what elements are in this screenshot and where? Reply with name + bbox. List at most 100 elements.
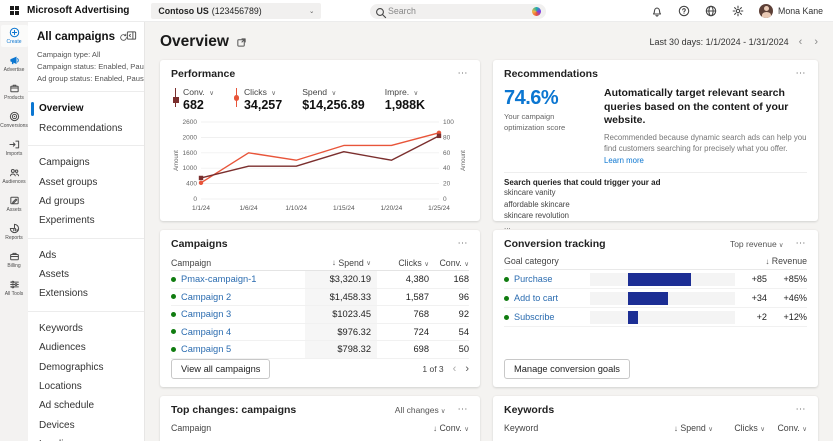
svg-text:1/25/24: 1/25/24: [428, 205, 450, 212]
more-options-icon[interactable]: ⋯: [796, 405, 808, 415]
sidebar-item-ad-schedule[interactable]: Ad schedule: [28, 396, 144, 415]
notifications-icon[interactable]: [651, 5, 663, 17]
rail-item-imports[interactable]: Imports: [1, 137, 28, 159]
manage-conversion-goals-button[interactable]: Manage conversion goals: [504, 359, 630, 379]
search-box[interactable]: [370, 3, 546, 19]
metric-conv[interactable]: Conv. ∨ 682: [173, 87, 214, 112]
sidebar-item-locations[interactable]: Locations: [28, 377, 144, 396]
sidebar-item-demographics[interactable]: Demographics: [28, 357, 144, 376]
audiences-icon: [9, 167, 20, 178]
date-range[interactable]: Last 30 days: 1/1/2024 - 1/31/2024: [650, 37, 789, 47]
column-spend[interactable]: ↓ Spend ∨: [305, 255, 377, 270]
clicks-cell: 768: [413, 309, 429, 320]
campaign-link[interactable]: Campaign 2: [181, 292, 231, 302]
next-page-icon[interactable]: ›: [465, 364, 469, 375]
campaigns-title: Campaigns: [171, 238, 228, 250]
recommendation-headline: Automatically target relevant search que…: [604, 87, 789, 127]
column-campaign[interactable]: Campaign: [171, 423, 211, 433]
sidebar-item-landing-pages[interactable]: Landing pages: [28, 435, 144, 441]
rail-item-billing[interactable]: Billing: [1, 249, 28, 271]
campaign-link[interactable]: Campaign 5: [181, 344, 231, 354]
sidebar-item-experiments[interactable]: Experiments: [28, 211, 144, 230]
account-selector[interactable]: Contoso US (123456789) ⌄: [151, 2, 322, 19]
column-clicks[interactable]: Clicks ∨: [713, 423, 765, 433]
sidebar-item-assets[interactable]: Assets: [28, 265, 144, 284]
column-keyword[interactable]: Keyword: [504, 423, 643, 433]
campaign-link[interactable]: Pmax-campaign-1: [181, 274, 256, 284]
search-input[interactable]: [388, 6, 528, 16]
collapse-panel-icon[interactable]: [126, 30, 137, 41]
svg-text:1000: 1000: [183, 165, 198, 172]
rail-item-conversions[interactable]: Conversions: [0, 109, 28, 131]
rail-item-all-tools[interactable]: All Tools: [1, 277, 28, 299]
spend-cell: $1023.45: [305, 306, 377, 323]
more-options-icon[interactable]: ⋯: [458, 405, 470, 415]
svg-text:2600: 2600: [183, 119, 198, 126]
top-changes-table-header: Campaign ↓ Conv. ∨: [171, 423, 469, 433]
revenue-filter-dropdown[interactable]: Top revenue ∨: [730, 239, 784, 249]
more-options-icon[interactable]: ⋯: [458, 69, 470, 79]
delta-cell: +2: [756, 312, 767, 322]
conversion-tracking-title: Conversion tracking: [504, 238, 606, 250]
sidebar-item-devices[interactable]: Devices: [28, 416, 144, 435]
campaigns-card: Campaigns ⋯ Campaign ↓ Spend ∨ Clicks ∨ …: [160, 230, 480, 387]
goal-link[interactable]: Purchase: [514, 274, 552, 284]
goal-link[interactable]: Subscribe: [514, 312, 554, 322]
user-menu[interactable]: Mona Kane: [759, 3, 823, 18]
optimization-score-caption: Your campaign optimization score: [504, 112, 566, 132]
date-next-icon[interactable]: ›: [814, 36, 818, 47]
rail-item-create[interactable]: Create: [0, 25, 28, 47]
more-options-icon[interactable]: ⋯: [458, 239, 470, 249]
column-revenue[interactable]: ↓ Revenue: [765, 256, 807, 266]
rail-item-reports[interactable]: Reports: [1, 221, 28, 243]
more-options-icon[interactable]: ⋯: [796, 69, 808, 79]
column-goal-category[interactable]: Goal category: [504, 256, 559, 266]
learn-more-link[interactable]: Learn more: [604, 156, 644, 165]
goal-cell: Purchase: [504, 274, 590, 284]
billing-icon: [9, 251, 20, 262]
all-changes-dropdown[interactable]: All changes ∨: [395, 405, 446, 415]
rail-item-products[interactable]: Products: [1, 81, 28, 103]
rail-item-advertise[interactable]: Advertise: [1, 53, 28, 75]
chevron-down-icon: ∨: [271, 90, 277, 97]
goal-link[interactable]: Add to cart: [514, 293, 558, 303]
view-all-campaigns-button[interactable]: View all campaigns: [171, 359, 271, 379]
feedback-icon[interactable]: [705, 5, 717, 17]
sidebar-item-recommendations[interactable]: Recommendations: [28, 119, 144, 138]
column-conv[interactable]: ↓ Conv. ∨: [433, 423, 469, 433]
column-clicks[interactable]: Clicks ∨: [377, 258, 429, 268]
sidebar-filter: Campaign status: Enabled, Paused: [37, 61, 145, 71]
sidebar-item-audiences[interactable]: Audiences: [28, 338, 144, 357]
sidebar-item-ads[interactable]: Ads: [28, 246, 144, 265]
rail-item-audiences[interactable]: Audiences: [1, 165, 28, 187]
sidebar-item-overview[interactable]: Overview: [28, 99, 144, 118]
sidebar-item-asset-groups[interactable]: Asset groups: [28, 172, 144, 191]
metric-impre[interactable]: Impre. ∨ 1,988K: [385, 87, 425, 112]
metric-clicks[interactable]: Clicks ∨ 34,257: [233, 87, 282, 112]
more-options-icon[interactable]: ⋯: [796, 239, 808, 249]
svg-text:Amount: Amount: [174, 150, 180, 171]
rail-item-assets[interactable]: Assets: [1, 193, 28, 215]
preview-icon[interactable]: [236, 37, 247, 48]
column-conv[interactable]: Conv. ∨: [765, 423, 807, 433]
revenue-bar-track: [590, 310, 735, 324]
prev-page-icon[interactable]: ‹: [453, 364, 457, 375]
column-conv[interactable]: Conv. ∨: [429, 258, 469, 268]
column-spend[interactable]: ↓ Spend ∨: [643, 423, 713, 433]
sidebar-item-keywords[interactable]: Keywords: [28, 319, 144, 338]
campaign-link[interactable]: Campaign 4: [181, 327, 231, 337]
copilot-icon[interactable]: [532, 6, 541, 16]
create-icon: [9, 27, 20, 38]
avatar: [759, 3, 773, 18]
keywords-card: Keywords ⋯ Keyword ↓ Spend ∨ Clicks ∨ Co…: [493, 396, 818, 441]
sidebar-item-extensions[interactable]: Extensions: [28, 284, 144, 303]
column-campaign[interactable]: Campaign: [171, 258, 305, 268]
settings-icon[interactable]: [732, 5, 744, 17]
metric-spend[interactable]: Spend ∨ $14,256.89: [302, 87, 365, 112]
sidebar-item-ad-groups[interactable]: Ad groups: [28, 192, 144, 211]
campaign-link[interactable]: Campaign 3: [181, 309, 231, 319]
sidebar-item-campaigns[interactable]: Campaigns: [28, 153, 144, 172]
help-icon[interactable]: [678, 5, 690, 17]
date-prev-icon[interactable]: ‹: [799, 36, 803, 47]
sidebar: All campaigns Campaign type: All Campaign…: [28, 22, 145, 441]
